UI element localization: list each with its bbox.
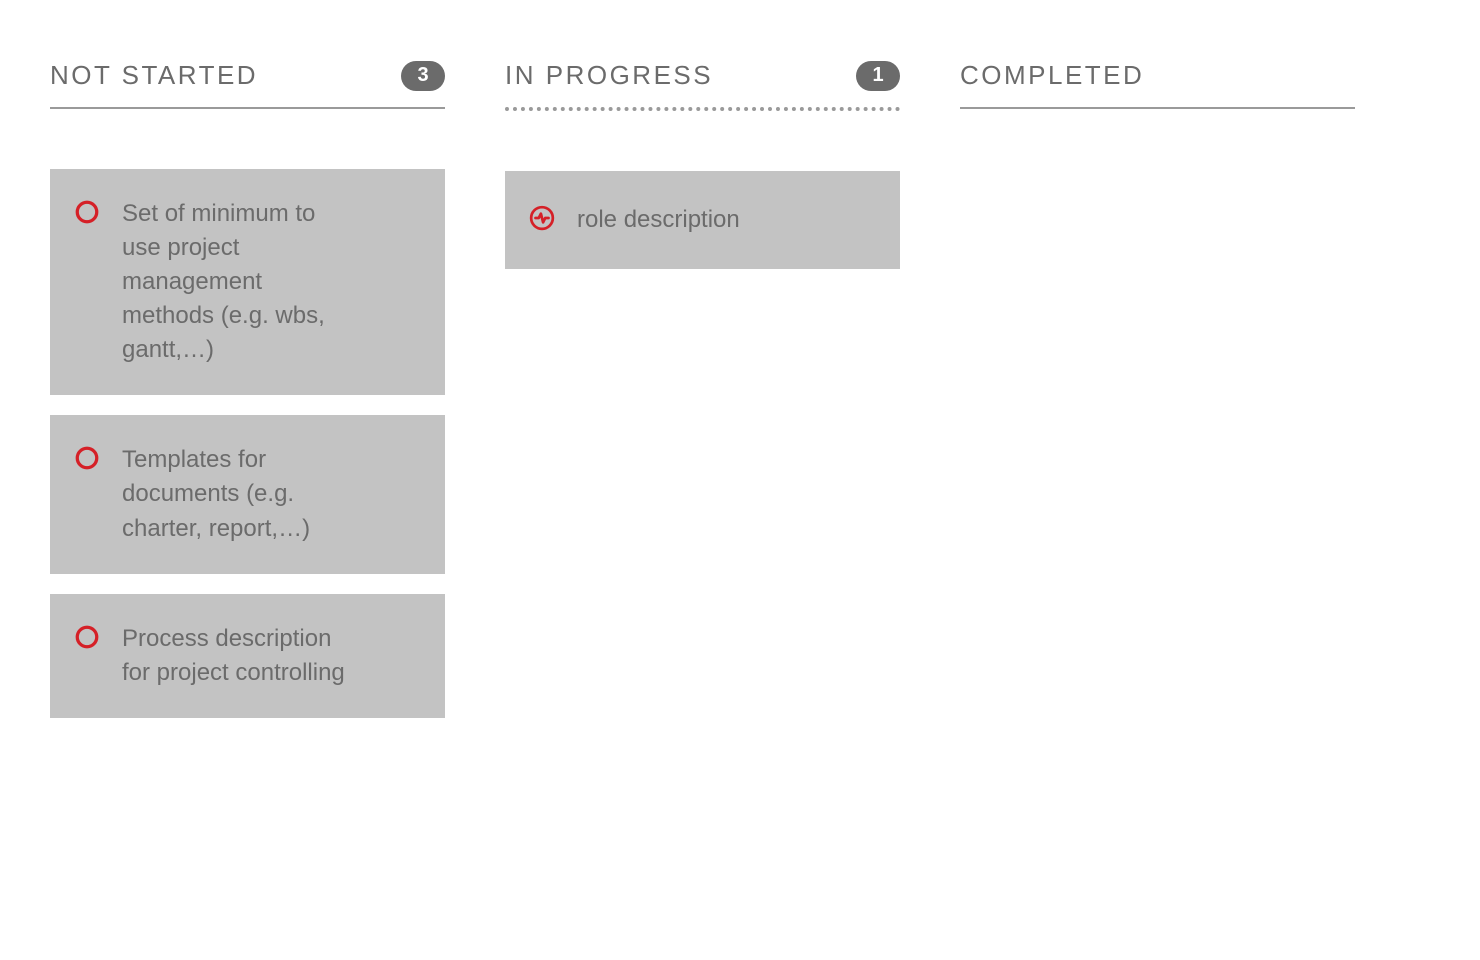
kanban-board: NOT STARTED 3 Set of minimum to use proj…: [50, 60, 1430, 718]
count-badge: 1: [856, 61, 900, 91]
circle-icon: [74, 199, 100, 225]
column-header: COMPLETED: [960, 60, 1355, 109]
task-card[interactable]: Templates for documents (e.g. charter, r…: [50, 415, 445, 573]
task-title: Process description for project controll…: [122, 622, 352, 690]
task-title: role description: [577, 203, 740, 237]
column-not-started: NOT STARTED 3 Set of minimum to use proj…: [50, 60, 445, 718]
circle-icon: [74, 624, 100, 650]
column-in-progress: IN PROGRESS 1 role description: [505, 60, 900, 718]
column-completed: COMPLETED: [960, 60, 1355, 718]
task-card[interactable]: Set of minimum to use project management…: [50, 169, 445, 395]
task-title: Templates for documents (e.g. charter, r…: [122, 443, 352, 545]
task-card[interactable]: Process description for project controll…: [50, 594, 445, 718]
column-header: IN PROGRESS 1: [505, 60, 900, 111]
count-badge: 3: [401, 61, 445, 91]
task-title: Set of minimum to use project management…: [122, 197, 352, 367]
circle-icon: [74, 445, 100, 471]
column-title: IN PROGRESS: [505, 60, 713, 91]
task-card[interactable]: role description: [505, 171, 900, 269]
activity-circle-icon: [529, 205, 555, 231]
column-title: COMPLETED: [960, 60, 1144, 91]
column-title: NOT STARTED: [50, 60, 258, 91]
card-list: Set of minimum to use project management…: [50, 169, 445, 718]
column-header: NOT STARTED 3: [50, 60, 445, 109]
card-list: role description: [505, 171, 900, 269]
